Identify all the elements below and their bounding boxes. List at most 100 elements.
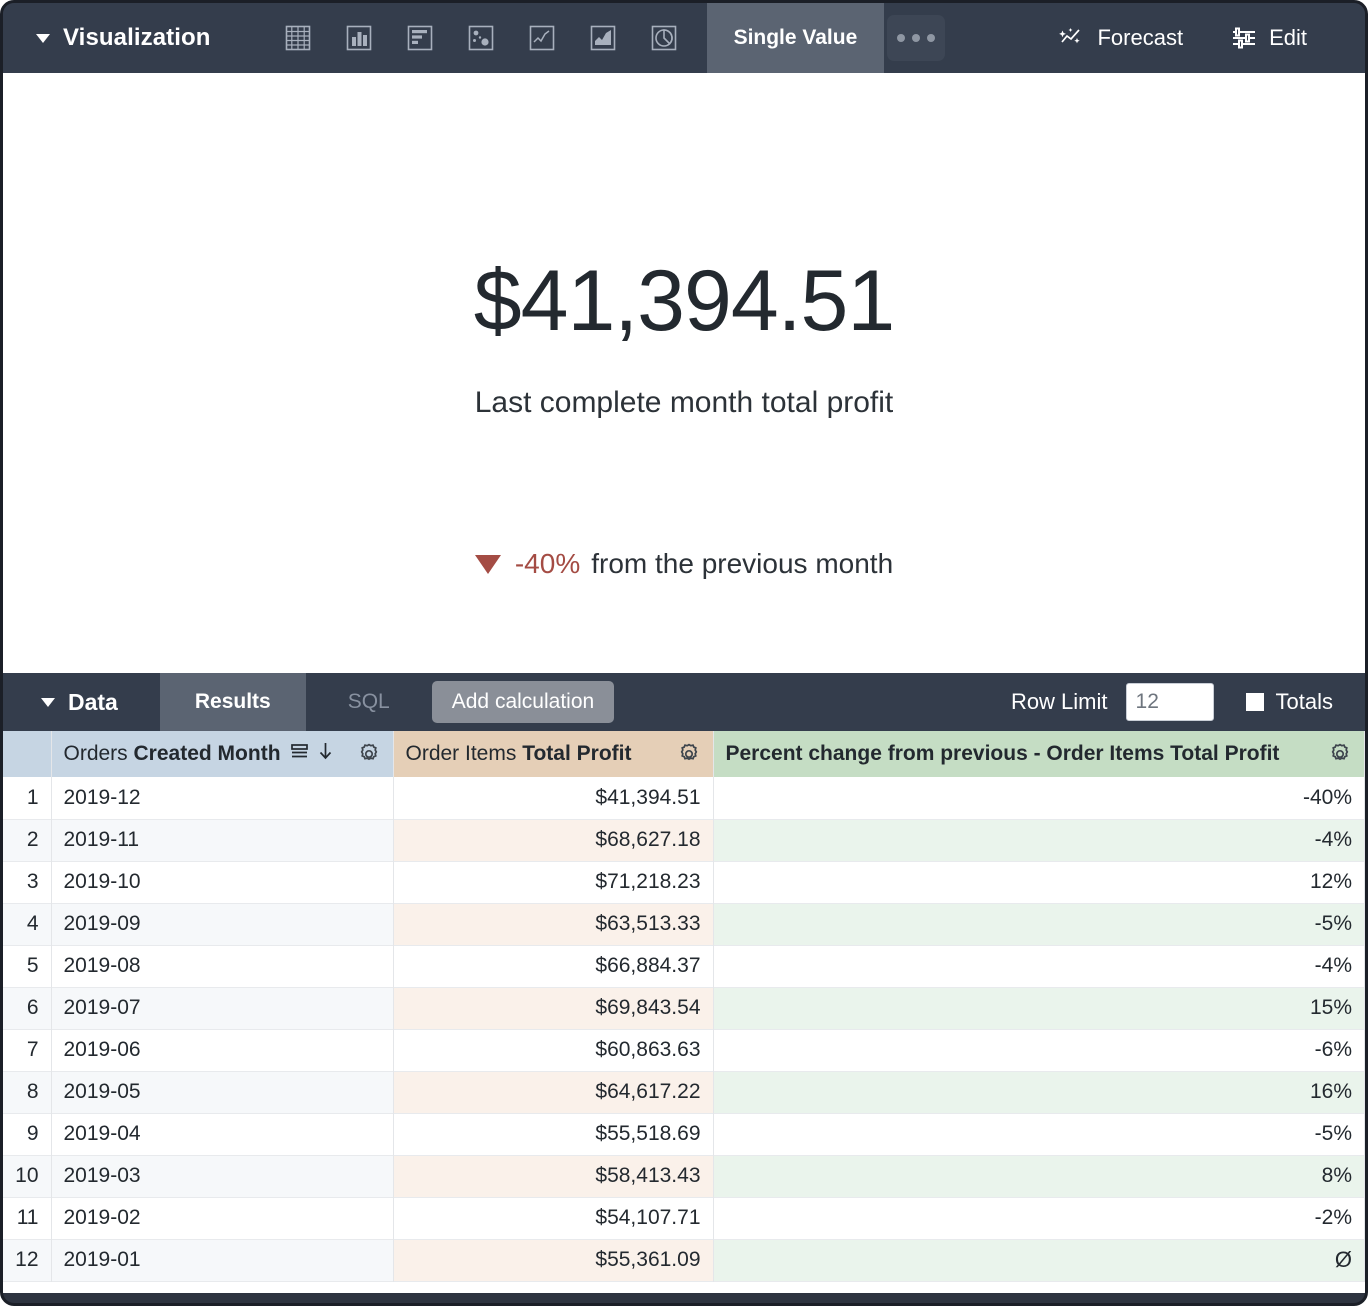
totals-checkbox-wrap[interactable]: Totals — [1244, 689, 1333, 715]
row-number-cell: 5 — [3, 945, 51, 987]
total-profit-cell: $58,413.43 — [393, 1155, 713, 1197]
table-row[interactable]: 102019-03$58,413.438% — [3, 1155, 1365, 1197]
area-chart-icon[interactable] — [588, 22, 618, 54]
toolbar-right-actions: Forecast Edit — [1033, 3, 1365, 73]
created-month-cell: 2019-12 — [51, 777, 393, 819]
created-month-cell: 2019-09 — [51, 903, 393, 945]
total-profit-cell: $64,617.22 — [393, 1071, 713, 1113]
total-profit-cell: $71,218.23 — [393, 861, 713, 903]
percent-change-cell: 16% — [713, 1071, 1365, 1113]
column-header-percent-change[interactable]: Percent change from previous - Order Ite… — [713, 731, 1365, 777]
column-header-created-month-label: Orders Created Month — [64, 742, 281, 766]
data-toolbar-right: Row Limit Totals — [1011, 673, 1365, 731]
row-number-cell: 7 — [3, 1029, 51, 1071]
caret-down-icon[interactable] — [41, 698, 55, 707]
table-row[interactable]: 122019-01$55,361.09Ø — [3, 1239, 1365, 1281]
percent-change-cell: -4% — [713, 819, 1365, 861]
created-month-cell: 2019-03 — [51, 1155, 393, 1197]
tab-results[interactable]: Results — [160, 673, 306, 731]
visualization-header[interactable]: Visualization — [3, 3, 211, 73]
results-table: Orders Created Month — [3, 731, 1365, 1282]
row-number-cell: 2 — [3, 819, 51, 861]
line-chart-icon[interactable] — [527, 22, 557, 54]
data-title: Data — [68, 689, 118, 716]
table-row[interactable]: 22019-11$68,627.18-4% — [3, 819, 1365, 861]
table-icon[interactable] — [283, 22, 313, 54]
row-number-cell: 10 — [3, 1155, 51, 1197]
add-calculation-button[interactable]: Add calculation — [432, 681, 614, 723]
percent-change-cell: -5% — [713, 1113, 1365, 1155]
row-number-cell: 11 — [3, 1197, 51, 1239]
null-value-icon: Ø — [1335, 1247, 1352, 1272]
row-number-cell: 9 — [3, 1113, 51, 1155]
total-profit-cell: $55,518.69 — [393, 1113, 713, 1155]
forecast-sparkle-icon — [1057, 25, 1085, 51]
total-profit-cell: $69,843.54 — [393, 987, 713, 1029]
gear-icon[interactable] — [677, 742, 701, 766]
table-row[interactable]: 92019-04$55,518.69-5% — [3, 1113, 1365, 1155]
created-month-cell: 2019-07 — [51, 987, 393, 1029]
row-limit-input[interactable] — [1126, 683, 1214, 721]
single-value-number: $41,394.51 — [474, 258, 894, 344]
column-header-row-number — [3, 731, 51, 777]
gear-icon[interactable] — [1328, 742, 1352, 766]
results-table-wrap[interactable]: Orders Created Month — [3, 731, 1365, 1293]
tab-single-value-label: Single Value — [734, 26, 858, 50]
table-row[interactable]: 32019-10$71,218.2312% — [3, 861, 1365, 903]
percent-change-cell: -6% — [713, 1029, 1365, 1071]
created-month-cell: 2019-04 — [51, 1113, 393, 1155]
column-header-created-month[interactable]: Orders Created Month — [51, 731, 393, 777]
column-chart-icon[interactable] — [344, 22, 374, 54]
row-number-cell: 1 — [3, 777, 51, 819]
column-header-total-profit[interactable]: Order Items Total Profit — [393, 731, 713, 777]
percent-change-cell: Ø — [713, 1239, 1365, 1281]
dot-icon — [912, 34, 920, 42]
tab-results-label: Results — [195, 690, 271, 714]
percent-change-cell: -40% — [713, 777, 1365, 819]
comparison-percent: -40% — [515, 548, 580, 580]
total-profit-cell: $66,884.37 — [393, 945, 713, 987]
tab-sql[interactable]: SQL — [306, 673, 432, 731]
comparison-text: from the previous month — [591, 548, 893, 580]
created-month-cell: 2019-02 — [51, 1197, 393, 1239]
caret-down-icon[interactable] — [36, 34, 50, 43]
group-rows-icon[interactable] — [290, 742, 309, 766]
percent-change-cell: 8% — [713, 1155, 1365, 1197]
percent-change-cell: -4% — [713, 945, 1365, 987]
table-row[interactable]: 52019-08$66,884.37-4% — [3, 945, 1365, 987]
scatter-plot-icon[interactable] — [466, 22, 496, 54]
totals-checkbox[interactable] — [1244, 691, 1266, 713]
forecast-label: Forecast — [1097, 25, 1183, 51]
forecast-button[interactable]: Forecast — [1033, 25, 1207, 51]
table-row[interactable]: 42019-09$63,513.33-5% — [3, 903, 1365, 945]
row-limit-label: Row Limit — [1011, 689, 1108, 715]
visualization-type-icons — [283, 3, 679, 73]
table-row[interactable]: 82019-05$64,617.2216% — [3, 1071, 1365, 1113]
more-options-button[interactable] — [887, 15, 945, 61]
bar-chart-icon[interactable] — [405, 22, 435, 54]
tab-sql-label: SQL — [348, 690, 390, 714]
tab-single-value[interactable]: Single Value — [707, 3, 885, 73]
dot-icon — [897, 34, 905, 42]
gear-icon[interactable] — [357, 742, 381, 766]
edit-button[interactable]: Edit — [1207, 25, 1331, 51]
looker-explore-window: Visualization — [0, 0, 1368, 1306]
sliders-icon — [1231, 26, 1257, 50]
total-profit-cell: $68,627.18 — [393, 819, 713, 861]
visualization-title: Visualization — [63, 24, 211, 52]
column-header-percent-change-label: Percent change from previous - Order Ite… — [726, 742, 1280, 766]
totals-label: Totals — [1276, 689, 1333, 715]
table-row[interactable]: 112019-02$54,107.71-2% — [3, 1197, 1365, 1239]
total-profit-cell: $63,513.33 — [393, 903, 713, 945]
pie-chart-icon[interactable] — [649, 22, 679, 54]
table-row[interactable]: 72019-06$60,863.63-6% — [3, 1029, 1365, 1071]
single-value-visualization: $41,394.51 Last complete month total pro… — [3, 73, 1365, 673]
total-profit-cell: $54,107.71 — [393, 1197, 713, 1239]
total-profit-cell: $41,394.51 — [393, 777, 713, 819]
table-row[interactable]: 62019-07$69,843.5415% — [3, 987, 1365, 1029]
arrow-down-icon[interactable] — [318, 741, 333, 767]
table-row[interactable]: 12019-12$41,394.51-40% — [3, 777, 1365, 819]
data-header[interactable]: Data — [3, 673, 160, 731]
row-number-cell: 4 — [3, 903, 51, 945]
column-header-sort-icons — [290, 741, 333, 767]
